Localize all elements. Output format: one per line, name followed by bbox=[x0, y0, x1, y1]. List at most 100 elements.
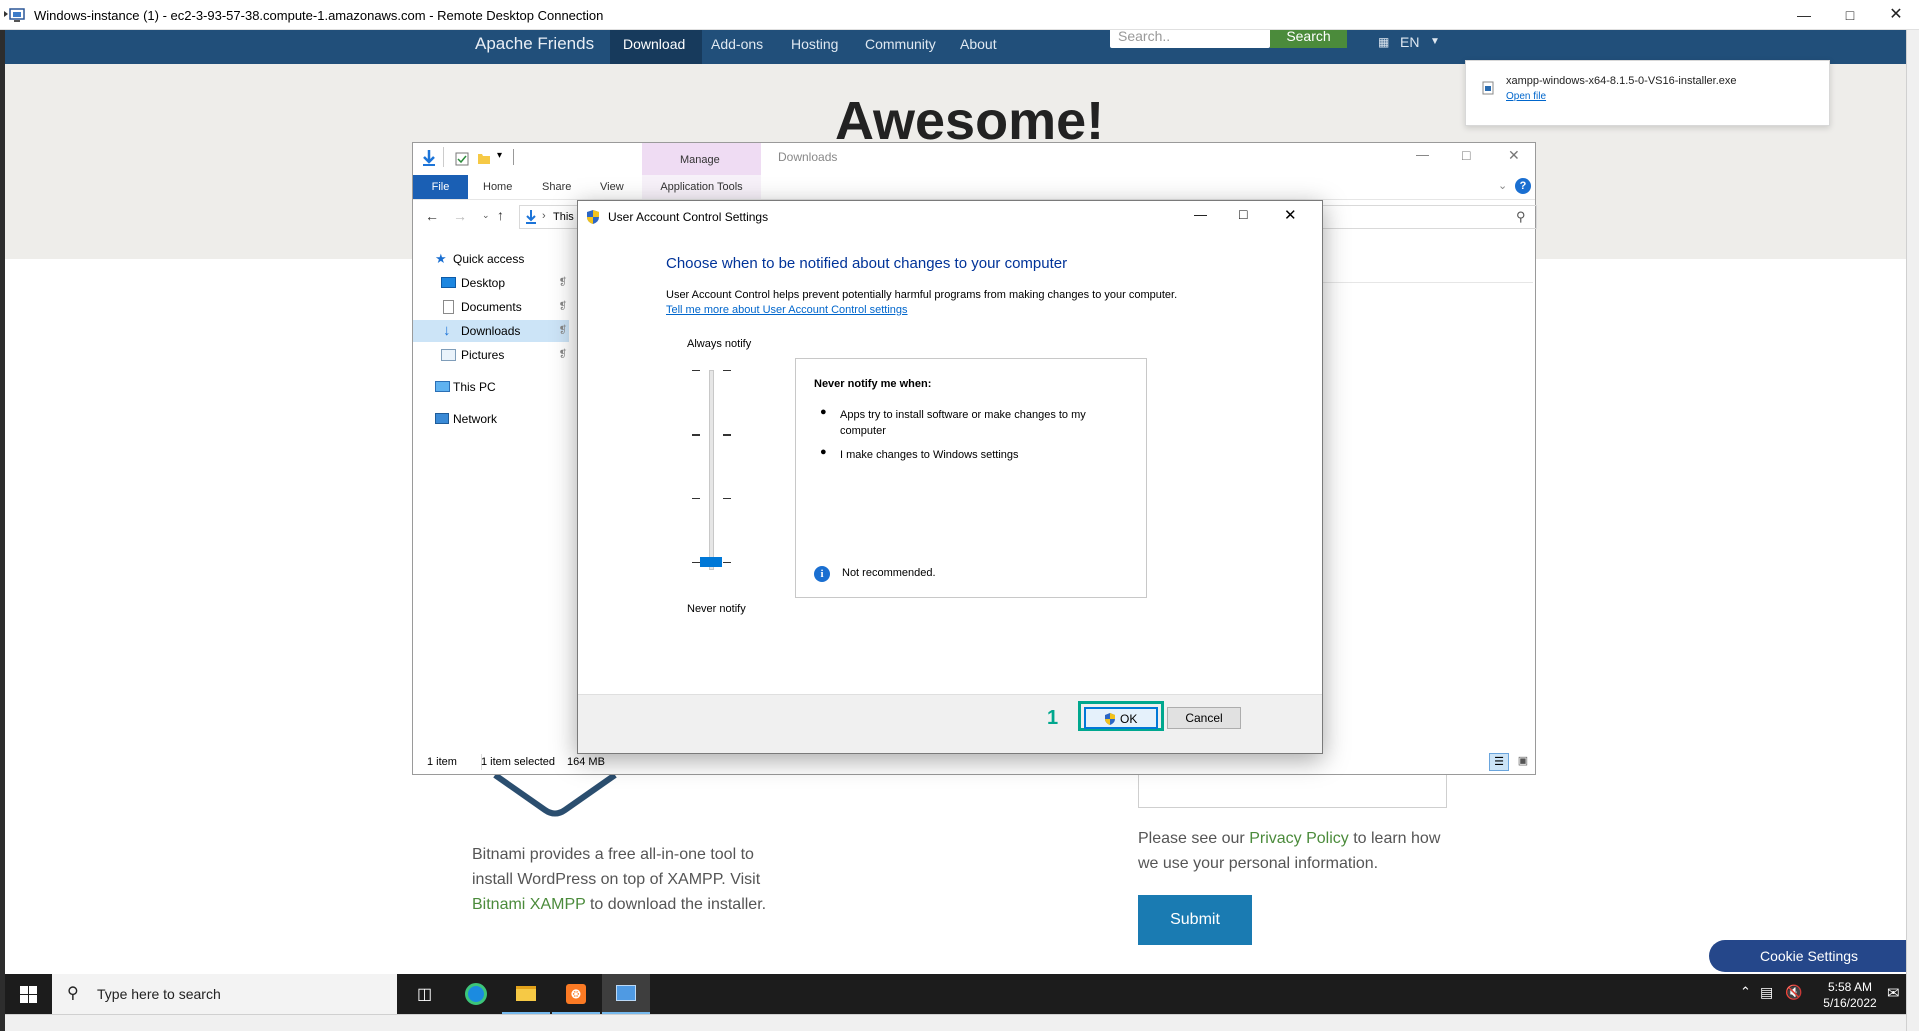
uac-maximize-button[interactable]: □ bbox=[1239, 206, 1247, 222]
bitnami-link[interactable]: Bitnami XAMPP bbox=[472, 896, 586, 913]
customize-toolbar-icon[interactable]: ▾ bbox=[497, 150, 502, 161]
chevron-down-icon[interactable]: ⌄ bbox=[1498, 179, 1507, 192]
sidebar-item-network[interactable]: Network bbox=[429, 408, 569, 430]
large-icons-view-icon[interactable]: ▣ bbox=[1513, 753, 1533, 771]
submit-button[interactable]: Submit bbox=[1138, 895, 1252, 945]
uac-slider[interactable] bbox=[692, 366, 732, 570]
slider-tick bbox=[723, 562, 731, 563]
info-bullet: ● Apps try to install software or make c… bbox=[820, 406, 1086, 437]
properties-icon[interactable] bbox=[455, 152, 469, 166]
sidebar-item-documents[interactable]: Documents ❡ bbox=[429, 296, 569, 318]
cookie-settings-button[interactable]: Cookie Settings bbox=[1709, 940, 1906, 972]
show-hidden-icons-icon[interactable]: ⌃ bbox=[1740, 984, 1751, 1000]
privacy-link[interactable]: Privacy Policy bbox=[1249, 830, 1349, 847]
network-icon[interactable]: ▤ bbox=[1760, 984, 1773, 1001]
sidebar-item-pictures[interactable]: Pictures ❡ bbox=[429, 344, 569, 366]
details-view-icon[interactable]: ☰ bbox=[1489, 753, 1509, 771]
open-file-link[interactable]: Open file bbox=[1506, 91, 1546, 102]
slider-tick bbox=[692, 434, 700, 436]
slider-bottom-label: Never notify bbox=[687, 603, 746, 615]
ok-button[interactable]: OK bbox=[1084, 707, 1158, 729]
control-panel-icon[interactable] bbox=[602, 974, 650, 1014]
nav-item-about[interactable]: About bbox=[960, 30, 997, 64]
taskbar: ⚲ Type here to search ◫ ⊛ ⌃ ▤ 🔇 5:58 AM … bbox=[5, 974, 1906, 1014]
minimize-button[interactable]: — bbox=[1781, 0, 1827, 30]
volume-muted-icon[interactable]: 🔇 bbox=[1785, 984, 1802, 1001]
slider-tick bbox=[692, 370, 700, 371]
info-bullet: ● I make changes to Windows settings bbox=[820, 446, 1019, 461]
file-explorer-icon[interactable] bbox=[502, 974, 550, 1014]
tab-view[interactable]: View bbox=[600, 175, 624, 199]
maximize-button[interactable]: □ bbox=[1827, 0, 1873, 30]
taskbar-search-input[interactable]: ⚲ Type here to search bbox=[52, 974, 397, 1014]
rdp-horizontal-scrollbar[interactable] bbox=[5, 1014, 1906, 1031]
rdp-window-title: Windows-instance (1) - ec2-3-93-57-38.co… bbox=[34, 8, 604, 23]
notifications-icon[interactable]: ✉ bbox=[1887, 984, 1900, 1002]
uac-close-button[interactable]: ✕ bbox=[1284, 206, 1297, 224]
clock-time[interactable]: 5:58 AM bbox=[1815, 980, 1885, 994]
bitnami-logo bbox=[493, 772, 617, 817]
email-field[interactable] bbox=[1138, 775, 1447, 808]
back-arrow-icon[interactable]: ← bbox=[425, 208, 439, 224]
sidebar-item-quick-access[interactable]: ★ Quick access bbox=[429, 248, 569, 270]
explorer-maximize-button[interactable]: □ bbox=[1462, 147, 1470, 163]
info-note: Not recommended. bbox=[842, 567, 936, 579]
sidebar-item-downloads[interactable]: ↓ Downloads ❡ bbox=[413, 320, 569, 342]
nav-item-community[interactable]: Community bbox=[865, 30, 936, 64]
slider-thumb[interactable] bbox=[700, 557, 722, 567]
pin-icon[interactable]: ❡ bbox=[559, 320, 567, 342]
clock-date[interactable]: 5/16/2022 bbox=[1815, 996, 1885, 1010]
slider-track bbox=[709, 370, 714, 570]
tab-share[interactable]: Share bbox=[542, 175, 571, 199]
tab-home[interactable]: Home bbox=[483, 175, 512, 199]
uac-shield-icon bbox=[587, 210, 599, 224]
slider-tick bbox=[692, 498, 700, 499]
breadcrumb[interactable]: This bbox=[553, 211, 574, 223]
status-item-count: 1 item bbox=[427, 756, 457, 768]
explorer-close-button[interactable]: ✕ bbox=[1508, 147, 1520, 164]
explorer-title: Downloads bbox=[778, 150, 838, 164]
flag-icon: ▦ bbox=[1378, 35, 1390, 49]
forward-arrow-icon[interactable]: → bbox=[453, 208, 467, 224]
close-button[interactable]: ✕ bbox=[1873, 0, 1919, 30]
cancel-button[interactable]: Cancel bbox=[1167, 707, 1241, 729]
xampp-icon[interactable]: ⊛ bbox=[552, 974, 600, 1014]
sidebar-item-desktop[interactable]: Desktop ❡ bbox=[429, 272, 569, 294]
uac-titlebar: User Account Control Settings — □ ✕ bbox=[578, 201, 1322, 233]
task-view-icon[interactable]: ◫ bbox=[402, 974, 450, 1014]
windows-start-icon[interactable] bbox=[20, 986, 37, 1003]
site-navbar: Apache Friends Download Add-ons Hosting … bbox=[5, 30, 1906, 64]
uac-learn-more-link[interactable]: Tell me more about User Account Control … bbox=[666, 304, 908, 316]
nav-item-hosting[interactable]: Hosting bbox=[791, 30, 838, 64]
help-icon[interactable]: ? bbox=[1515, 178, 1531, 194]
edge-icon[interactable] bbox=[452, 974, 500, 1014]
bitnami-text: Bitnami provides a free all-in-one tool … bbox=[472, 846, 767, 913]
up-arrow-icon[interactable]: ↑ bbox=[497, 207, 504, 223]
rdp-titlebar: Windows-instance (1) - ec2-3-93-57-38.co… bbox=[0, 0, 1919, 30]
tab-file[interactable]: File bbox=[413, 175, 468, 199]
recent-chevron-icon[interactable]: ⌄ bbox=[482, 210, 490, 221]
pin-icon[interactable]: ❡ bbox=[559, 272, 567, 294]
nav-item-download[interactable]: Download bbox=[623, 30, 685, 64]
nav-item-addons[interactable]: Add-ons bbox=[711, 30, 763, 64]
explorer-minimize-button[interactable]: — bbox=[1416, 147, 1429, 162]
language-selector[interactable]: EN bbox=[1400, 30, 1419, 64]
file-icon bbox=[1482, 81, 1494, 95]
pin-icon[interactable]: ❡ bbox=[559, 296, 567, 318]
computer-icon bbox=[435, 381, 450, 392]
site-search-input[interactable]: Search.. bbox=[1110, 30, 1270, 48]
site-search-button[interactable]: Search bbox=[1270, 30, 1347, 48]
sidebar-item-this-pc[interactable]: This PC bbox=[429, 376, 569, 398]
remote-desktop-icon bbox=[4, 8, 25, 22]
rdp-scrollbar[interactable] bbox=[1906, 30, 1919, 1031]
tab-application-tools[interactable]: Application Tools bbox=[642, 175, 761, 199]
info-title: Never notify me when: bbox=[814, 378, 932, 390]
search-icon[interactable]: ⚲ bbox=[1516, 209, 1526, 225]
uac-minimize-button[interactable]: — bbox=[1194, 207, 1207, 222]
new-folder-icon[interactable] bbox=[477, 151, 491, 165]
uac-heading: Choose when to be notified about changes… bbox=[666, 255, 1068, 272]
site-brand[interactable]: Apache Friends bbox=[475, 30, 594, 64]
slider-tick bbox=[723, 498, 731, 499]
pin-icon[interactable]: ❡ bbox=[559, 344, 567, 366]
status-selected: 1 item selected bbox=[481, 756, 555, 768]
